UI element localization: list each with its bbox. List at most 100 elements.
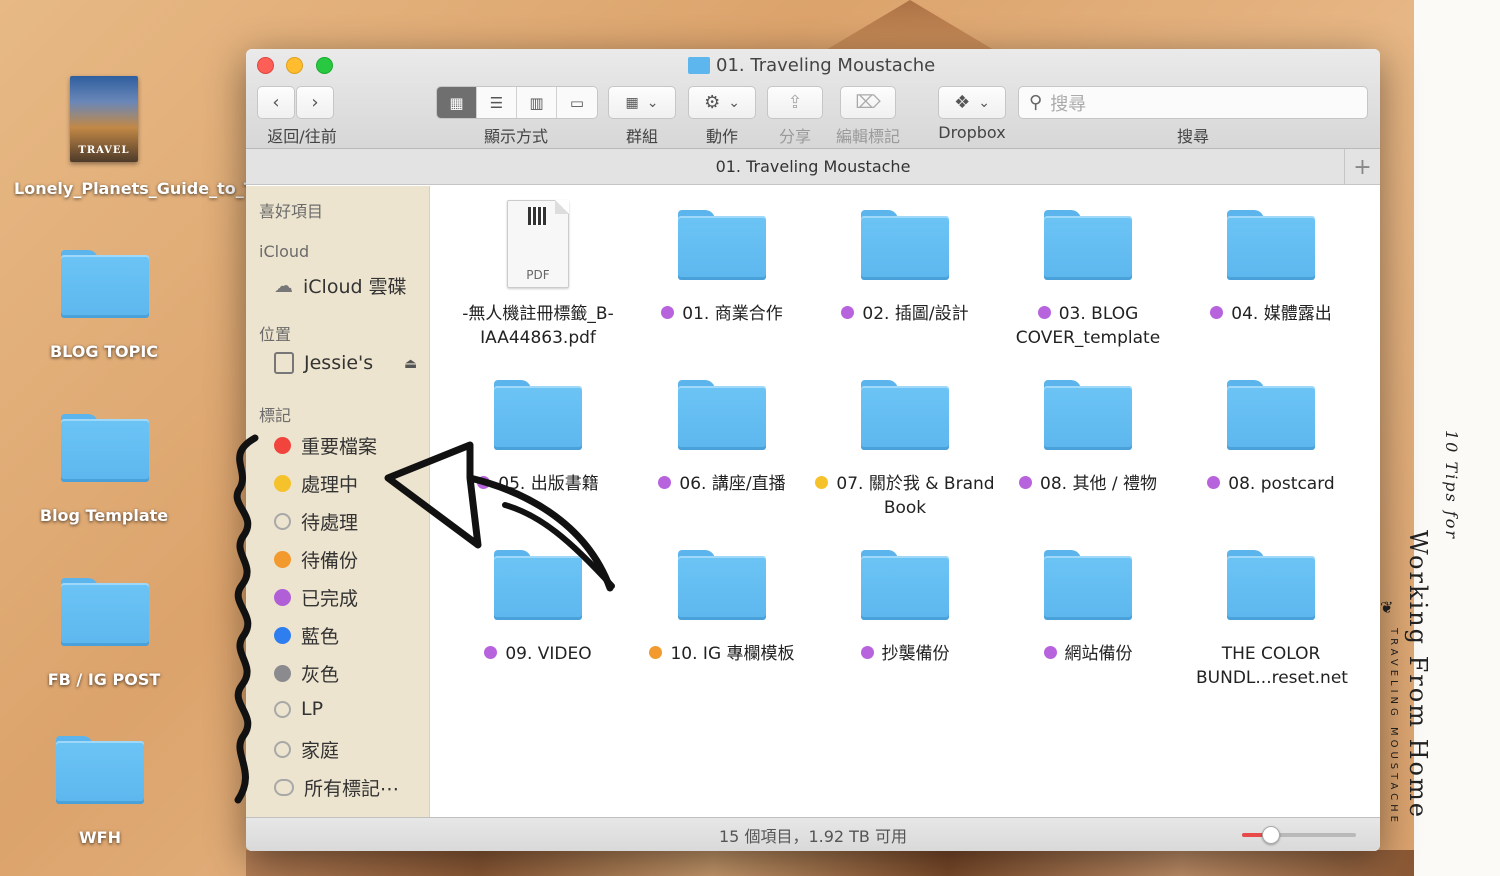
- view-switcher[interactable]: ▦ ☰ ▥ ▭: [436, 86, 598, 119]
- desktop-icon-label: BLOG TOPIC: [49, 342, 159, 361]
- desktop-icon-blog-template[interactable]: Blog Template: [14, 414, 194, 527]
- search-placeholder: 搜尋: [1050, 93, 1087, 115]
- tag-dot-icon: [274, 741, 291, 758]
- sidebar-tag-7[interactable]: LP: [274, 698, 323, 720]
- edit-tags-button[interactable]: ⌦: [840, 86, 896, 119]
- folder-item[interactable]: 抄襲備份: [815, 550, 995, 666]
- desktop-icon-wfh[interactable]: WFH: [10, 736, 190, 849]
- folder-item[interactable]: 02. 插圖/設計: [815, 210, 995, 326]
- folder-item[interactable]: 01. 商業合作: [632, 210, 812, 326]
- folder-icon: [861, 380, 949, 450]
- chevron-down-icon: ⌄: [978, 94, 990, 111]
- tag-dot-icon: [1043, 646, 1057, 659]
- folder-item[interactable]: 網站備份: [998, 550, 1178, 666]
- group-button[interactable]: ▦ ⌄: [608, 86, 676, 119]
- tag-dot-icon: [1210, 306, 1224, 319]
- sidebar-tag-all[interactable]: 所有標記⋯: [274, 774, 399, 801]
- folder-icon: [61, 250, 149, 318]
- folder-icon: [1227, 550, 1315, 620]
- tab-current[interactable]: 01. Traveling Moustache: [716, 157, 911, 176]
- dropbox-button[interactable]: ❖ ⌄: [938, 86, 1006, 119]
- sidebar-item-disk[interactable]: Jessie's: [274, 352, 373, 374]
- folder-icon: [678, 550, 766, 620]
- sidebar-header-tags: 標記: [259, 406, 292, 425]
- tag-dot-icon: [274, 700, 291, 718]
- folder-item[interactable]: 07. 關於我 & Brand Book: [815, 380, 995, 520]
- action-label: 動作: [705, 127, 738, 146]
- dropbox-label: Dropbox: [938, 123, 1006, 142]
- sidebar-tag-4[interactable]: 已完成: [274, 584, 358, 611]
- column-view-button[interactable]: ▥: [517, 87, 557, 118]
- file-name: -無人機註冊標籤_B-IAA44863.pdf: [462, 304, 614, 348]
- file-grid: PDF -無人機註冊標籤_B-IAA44863.pdf 01. 商業合作 02.…: [430, 186, 1380, 817]
- desktop-icon-label: WFH: [79, 828, 121, 847]
- desktop-icon-blog-topic[interactable]: BLOG TOPIC: [14, 250, 194, 363]
- folder-icon: [61, 578, 149, 646]
- folder-item[interactable]: 08. postcard: [1181, 380, 1361, 496]
- new-tab-button[interactable]: +: [1344, 149, 1380, 185]
- tag-dot-icon: [274, 437, 291, 454]
- background-wood: [246, 850, 1416, 876]
- list-view-button[interactable]: ☰: [477, 87, 517, 118]
- poster-script: 10 Tips for: [1442, 430, 1461, 540]
- sidebar-tag-2[interactable]: 待處理: [274, 508, 358, 535]
- poster-brand: TRAVELING MOUSTACHE: [1388, 628, 1399, 826]
- toolbar: 01. Traveling Moustache ‹ › 返回/往前 ▦ ☰ ▥ …: [246, 49, 1380, 149]
- close-button[interactable]: [257, 57, 274, 74]
- sidebar-tag-0[interactable]: 重要檔案: [274, 432, 377, 459]
- sidebar-header-favorites: 喜好項目: [259, 202, 324, 221]
- share-icon: ⇪: [787, 92, 803, 113]
- folder-item[interactable]: 10. IG 專欄模板: [632, 550, 812, 666]
- action-button[interactable]: ⚙ ⌄: [688, 86, 756, 119]
- gallery-view-button[interactable]: ▭: [557, 87, 597, 118]
- folder-icon: [494, 550, 582, 620]
- desktop-icon-fb-ig-post[interactable]: FB / IG POST: [14, 578, 194, 691]
- back-button[interactable]: ‹: [257, 86, 295, 119]
- tag-dot-icon: [649, 646, 663, 659]
- icon-view-button[interactable]: ▦: [437, 87, 477, 118]
- search-field[interactable]: ⚲ 搜尋: [1018, 86, 1368, 119]
- folder-item[interactable]: THE COLOR BUNDL...reset.net: [1181, 550, 1361, 690]
- sidebar-tag-5[interactable]: 藍色: [274, 622, 339, 649]
- tag-dot-icon: [1019, 476, 1032, 489]
- sidebar-tag-1[interactable]: 處理中: [274, 470, 358, 497]
- forward-button[interactable]: ›: [296, 86, 334, 119]
- folder-icon: [861, 550, 949, 620]
- sidebar-item-icloud-drive[interactable]: ☁ iCloud 雲碟: [274, 272, 407, 299]
- search-label: 搜尋: [1176, 127, 1209, 146]
- desktop-icon-label: Blog Template: [39, 506, 169, 525]
- folder-item[interactable]: 09. VIDEO: [448, 550, 628, 666]
- zoom-button[interactable]: [316, 57, 333, 74]
- folder-item[interactable]: 04. 媒體露出: [1181, 210, 1361, 326]
- file-item-pdf[interactable]: PDF -無人機註冊標籤_B-IAA44863.pdf: [448, 200, 628, 350]
- tag-icon: ⌦: [855, 92, 881, 113]
- folder-icon: [1044, 550, 1132, 620]
- tag-dot-icon: [477, 476, 491, 489]
- sidebar-tag-6[interactable]: 灰色: [274, 660, 339, 687]
- folder-item[interactable]: 06. 講座/直播: [632, 380, 812, 496]
- folder-icon: [688, 57, 710, 74]
- folder-icon: [861, 210, 949, 280]
- folder-item[interactable]: 08. 其他 / 禮物: [998, 380, 1178, 496]
- slider-knob[interactable]: [1261, 826, 1280, 844]
- book-cover-icon: TRAVEL: [70, 76, 138, 162]
- icon-size-slider[interactable]: [1242, 826, 1356, 844]
- sidebar-header-icloud: iCloud: [259, 242, 310, 261]
- minimize-button[interactable]: [286, 57, 303, 74]
- eject-icon[interactable]: ⏏: [404, 356, 417, 372]
- folder-item[interactable]: 03. BLOG COVER_template: [998, 210, 1178, 350]
- window-title: 01. Traveling Moustache: [688, 55, 935, 76]
- sidebar-tag-3[interactable]: 待備份: [274, 546, 358, 573]
- share-button[interactable]: ⇪: [767, 86, 823, 119]
- view-label: 顯示方式: [483, 127, 548, 146]
- bird-logo-icon: ❦: [1380, 598, 1394, 617]
- tab-bar: 01. Traveling Moustache +: [246, 149, 1380, 185]
- folder-icon: [1227, 210, 1315, 280]
- search-icon: ⚲: [1029, 92, 1043, 113]
- sidebar-header-locations: 位置: [259, 325, 292, 344]
- tag-dot-icon: [658, 476, 672, 489]
- tag-dot-icon: [661, 306, 675, 319]
- sidebar-tag-8[interactable]: 家庭: [274, 736, 339, 763]
- folder-icon: [678, 380, 766, 450]
- folder-item[interactable]: 05. 出版書籍: [448, 380, 628, 496]
